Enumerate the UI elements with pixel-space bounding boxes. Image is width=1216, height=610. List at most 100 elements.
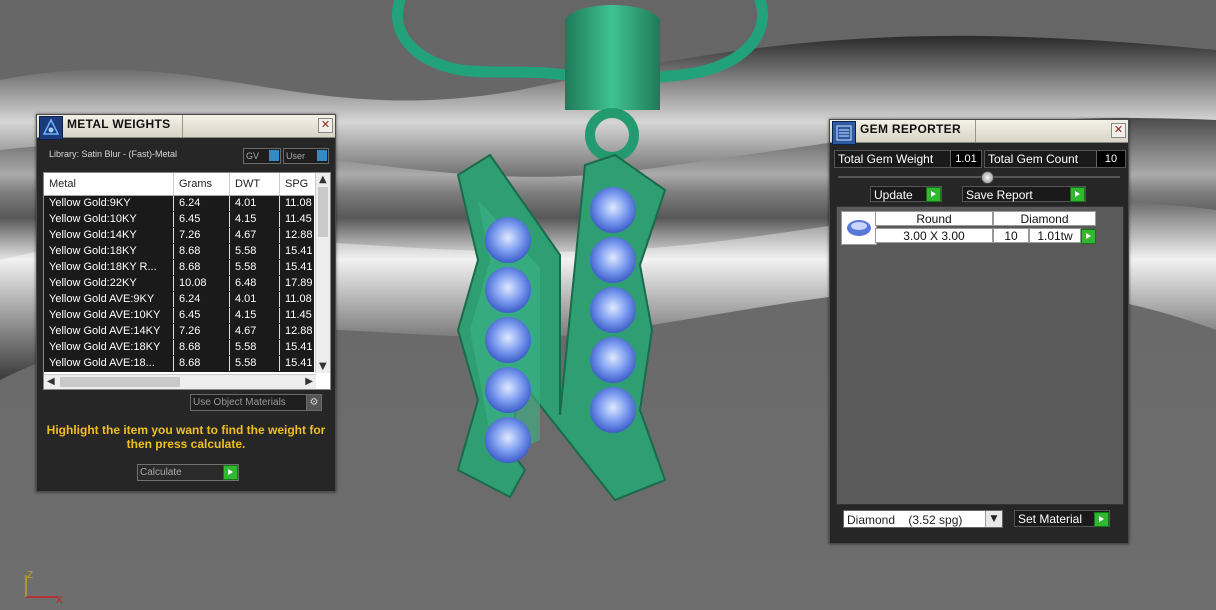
title-divider bbox=[182, 115, 183, 137]
round-gem-icon[interactable] bbox=[841, 211, 877, 245]
calculate-button[interactable]: Calculate bbox=[137, 464, 239, 481]
total-gem-count-label: Total Gem Count bbox=[988, 152, 1079, 166]
table-cell-dwt: 5.58 bbox=[230, 356, 280, 371]
update-button[interactable]: Update bbox=[870, 186, 942, 202]
total-gem-count-value: 10 bbox=[1096, 151, 1125, 167]
table-cell-metal: Yellow Gold:18KY R... bbox=[44, 260, 174, 275]
table-cell-spg: 15.41 bbox=[280, 244, 320, 259]
table-cell-metal: Yellow Gold AVE:18KY bbox=[44, 340, 174, 355]
table-cell-metal: Yellow Gold AVE:9KY bbox=[44, 292, 174, 307]
table-cell-spg: 15.41 bbox=[280, 340, 320, 355]
axis-z-label: Z bbox=[27, 570, 33, 581]
column-header-metal[interactable]: Metal bbox=[44, 173, 174, 195]
material-select[interactable]: Diamond (3.52 spg) ▼ bbox=[843, 510, 1003, 528]
toggle-icon bbox=[317, 150, 327, 161]
vertical-scrollbar[interactable]: ▲ ▼ bbox=[315, 173, 330, 373]
column-header-spg[interactable]: SPG bbox=[280, 173, 320, 195]
metal-table-header: Metal Grams DWT SPG bbox=[44, 173, 320, 196]
user-toggle[interactable]: User bbox=[283, 148, 329, 164]
table-cell-dwt: 6.48 bbox=[230, 276, 280, 291]
metal-weights-panel: METAL WEIGHTS ✕ Library: Satin Blur - (F… bbox=[36, 114, 336, 492]
scroll-thumb[interactable] bbox=[318, 187, 328, 237]
scroll-left-icon[interactable]: ◀ bbox=[47, 375, 55, 389]
gem-reporter-app-icon bbox=[832, 121, 856, 145]
table-row[interactable]: Yellow Gold:22KY 10.08 6.48 17.89 bbox=[44, 276, 320, 293]
play-arrow-icon[interactable] bbox=[1094, 512, 1109, 527]
horizontal-scrollbar[interactable]: ◀ ▶ bbox=[44, 374, 316, 389]
table-row[interactable]: Yellow Gold:9KY 6.24 4.01 11.08 bbox=[44, 196, 320, 213]
table-row[interactable]: Yellow Gold:18KY R... 8.68 5.58 15.41 bbox=[44, 260, 320, 277]
table-cell-dwt: 4.67 bbox=[230, 228, 280, 243]
size-slider[interactable] bbox=[838, 171, 1120, 184]
gem-weight-cell: 1.01tw bbox=[1029, 228, 1081, 243]
set-material-label: Set Material bbox=[1018, 512, 1083, 526]
table-cell-spg: 11.45 bbox=[280, 308, 320, 323]
axis-x-label: X bbox=[56, 595, 63, 605]
table-cell-grams: 8.68 bbox=[174, 260, 230, 275]
table-cell-metal: Yellow Gold:22KY bbox=[44, 276, 174, 291]
table-cell-dwt: 5.58 bbox=[230, 244, 280, 259]
material-select-value: Diamond (3.52 spg) bbox=[847, 513, 963, 527]
gem-reporter-panel: GEM REPORTER ✕ Total Gem Weight 1.01 Tot… bbox=[829, 119, 1129, 544]
table-row[interactable]: Yellow Gold:10KY 6.45 4.15 11.45 bbox=[44, 212, 320, 229]
table-row[interactable]: Yellow Gold AVE:18... 8.68 5.58 15.41 bbox=[44, 356, 320, 373]
close-icon[interactable]: ✕ bbox=[318, 118, 333, 133]
scroll-right-icon[interactable]: ▶ bbox=[305, 375, 313, 389]
gv-toggle[interactable]: GV bbox=[243, 148, 281, 164]
table-cell-grams: 8.68 bbox=[174, 340, 230, 355]
table-cell-grams: 10.08 bbox=[174, 276, 230, 291]
gem-reporter-titlebar[interactable]: GEM REPORTER ✕ bbox=[830, 120, 1128, 145]
metal-weights-app-icon bbox=[39, 116, 63, 140]
table-cell-spg: 12.88 bbox=[280, 228, 320, 243]
column-header-grams[interactable]: Grams bbox=[174, 173, 230, 195]
metal-weights-titlebar[interactable]: METAL WEIGHTS ✕ bbox=[37, 115, 335, 140]
table-row[interactable]: Yellow Gold AVE:18KY 8.68 5.58 15.41 bbox=[44, 340, 320, 357]
table-cell-grams: 6.45 bbox=[174, 212, 230, 227]
set-material-button[interactable]: Set Material bbox=[1014, 510, 1110, 527]
gear-icon[interactable]: ⚙ bbox=[306, 395, 321, 410]
play-arrow-icon[interactable] bbox=[1070, 187, 1085, 202]
instruction-text: Highlight the item you want to find the … bbox=[46, 423, 326, 451]
table-row[interactable]: Yellow Gold AVE:10KY 6.45 4.15 11.45 bbox=[44, 308, 320, 325]
table-cell-spg: 15.41 bbox=[280, 356, 320, 371]
table-cell-grams: 7.26 bbox=[174, 228, 230, 243]
play-arrow-icon[interactable] bbox=[926, 187, 941, 202]
close-icon[interactable]: ✕ bbox=[1111, 123, 1126, 138]
calculate-label: Calculate bbox=[140, 467, 182, 478]
scroll-thumb[interactable] bbox=[60, 377, 180, 387]
table-cell-dwt: 4.67 bbox=[230, 324, 280, 339]
table-row[interactable]: Yellow Gold AVE:14KY 7.26 4.67 12.88 bbox=[44, 324, 320, 341]
use-object-materials-field[interactable]: Use Object Materials ⚙ bbox=[190, 394, 322, 411]
table-cell-dwt: 4.01 bbox=[230, 196, 280, 211]
column-header-dwt[interactable]: DWT bbox=[230, 173, 280, 195]
table-cell-dwt: 4.15 bbox=[230, 212, 280, 227]
scroll-down-icon[interactable]: ▼ bbox=[319, 360, 327, 374]
table-cell-grams: 6.24 bbox=[174, 196, 230, 211]
chevron-down-icon[interactable]: ▼ bbox=[985, 511, 1002, 527]
table-cell-spg: 11.08 bbox=[280, 196, 320, 211]
table-cell-dwt: 4.01 bbox=[230, 292, 280, 307]
gem-material-cell: Diamond bbox=[993, 211, 1096, 226]
table-row[interactable]: Yellow Gold AVE:9KY 6.24 4.01 11.08 bbox=[44, 292, 320, 309]
table-cell-grams: 8.68 bbox=[174, 356, 230, 371]
table-cell-metal: Yellow Gold AVE:14KY bbox=[44, 324, 174, 339]
total-gem-count-field: Total Gem Count 10 bbox=[984, 150, 1126, 168]
total-gem-weight-field: Total Gem Weight 1.01 bbox=[834, 150, 982, 168]
table-cell-metal: Yellow Gold:18KY bbox=[44, 244, 174, 259]
use-object-materials-label: Use Object Materials bbox=[193, 397, 286, 408]
table-row[interactable]: Yellow Gold:18KY 8.68 5.58 15.41 bbox=[44, 244, 320, 261]
gem-cut-cell: Round bbox=[875, 211, 993, 226]
table-row[interactable]: Yellow Gold:14KY 7.26 4.67 12.88 bbox=[44, 228, 320, 245]
library-label: Library: Satin Blur - (Fast)-Metal bbox=[49, 149, 178, 159]
gem-size-cell: 3.00 X 3.00 bbox=[875, 228, 993, 243]
save-report-button[interactable]: Save Report bbox=[962, 186, 1086, 202]
scroll-up-icon[interactable]: ▲ bbox=[319, 173, 327, 187]
table-cell-metal: Yellow Gold:9KY bbox=[44, 196, 174, 211]
play-arrow-icon[interactable] bbox=[1081, 229, 1096, 244]
table-cell-grams: 8.68 bbox=[174, 244, 230, 259]
total-gem-weight-label: Total Gem Weight bbox=[838, 152, 934, 166]
toggle-icon bbox=[269, 150, 279, 161]
slider-knob[interactable] bbox=[981, 171, 994, 184]
user-label: User bbox=[286, 151, 306, 161]
play-arrow-icon[interactable] bbox=[223, 465, 238, 480]
